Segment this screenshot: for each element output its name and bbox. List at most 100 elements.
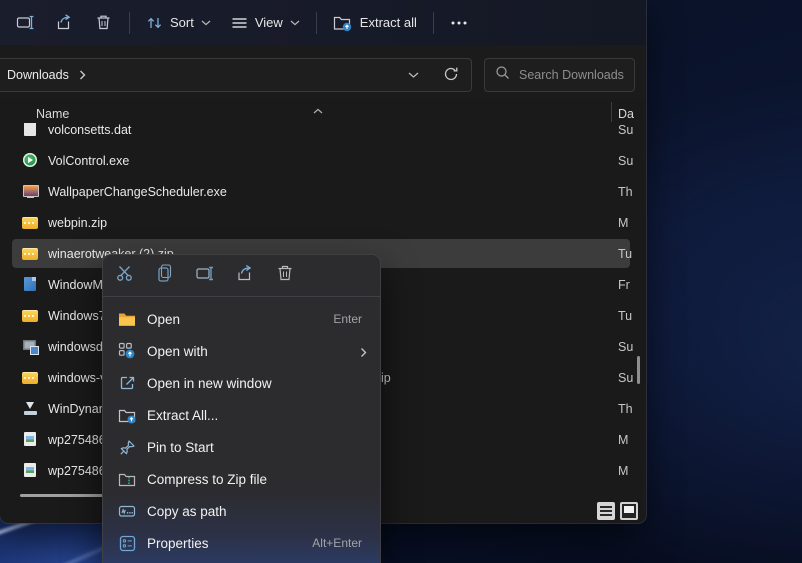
sort-button[interactable]: Sort bbox=[136, 7, 221, 39]
file-date: Su bbox=[618, 123, 634, 137]
file-icon bbox=[22, 338, 39, 355]
file-icon bbox=[22, 214, 39, 231]
sort-icon bbox=[146, 15, 163, 31]
toolbar-separator bbox=[129, 11, 130, 34]
menu-item-label: Open with bbox=[147, 343, 208, 359]
rename-button[interactable] bbox=[185, 259, 225, 293]
chevron-down-icon bbox=[201, 20, 211, 26]
submenu-chevron-icon bbox=[360, 346, 367, 361]
delete-button[interactable] bbox=[265, 259, 305, 293]
address-dropdown-chevron-icon[interactable] bbox=[408, 68, 419, 82]
view-button[interactable]: View bbox=[221, 7, 310, 39]
extract-icon bbox=[115, 407, 139, 424]
breadcrumb-chevron-icon[interactable] bbox=[79, 70, 86, 80]
context-menu: Open Enter Open with Open in new window … bbox=[103, 255, 380, 563]
file-icon bbox=[22, 369, 39, 386]
menu-item-pin-to-start[interactable]: Pin to Start bbox=[103, 431, 380, 463]
view-label: View bbox=[254, 15, 283, 30]
menu-item-label: Extract All... bbox=[147, 407, 219, 423]
file-icon bbox=[22, 400, 39, 417]
file-date: M bbox=[618, 215, 629, 230]
search-icon bbox=[495, 65, 510, 85]
thumbnails-view-button[interactable] bbox=[620, 502, 638, 520]
properties-icon bbox=[115, 535, 139, 552]
menu-item-open-with[interactable]: Open with bbox=[103, 335, 380, 367]
copy-path-icon bbox=[115, 503, 139, 519]
rename-icon bbox=[195, 263, 215, 288]
name-column-header[interactable]: Name bbox=[36, 107, 69, 121]
menu-item-label: Copy as path bbox=[147, 503, 227, 519]
delete-button[interactable] bbox=[84, 7, 123, 39]
open-with-icon bbox=[115, 342, 139, 360]
menu-item-copy-as-path[interactable]: Copy as path bbox=[103, 495, 380, 527]
toolbar-separator bbox=[432, 11, 434, 34]
search-input[interactable] bbox=[519, 68, 629, 82]
folder-icon bbox=[115, 312, 139, 327]
copy-button[interactable] bbox=[145, 259, 185, 293]
file-name: webpin.zip bbox=[48, 215, 108, 230]
date-column-header[interactable]: Da bbox=[618, 107, 634, 121]
cut-button[interactable] bbox=[105, 259, 145, 293]
menu-item-label: Open in new window bbox=[147, 375, 272, 391]
file-date: Su bbox=[618, 370, 634, 385]
zip-folder-icon bbox=[115, 472, 139, 487]
file-date: Th bbox=[618, 401, 633, 416]
file-date: M bbox=[618, 463, 629, 478]
menu-item-properties[interactable]: Properties Alt+Enter bbox=[103, 527, 380, 559]
file-date: Fr bbox=[618, 277, 630, 292]
breadcrumb[interactable]: Downloads bbox=[7, 68, 69, 82]
rename-button[interactable] bbox=[6, 7, 45, 39]
sort-label: Sort bbox=[170, 15, 194, 30]
extract-all-icon bbox=[333, 14, 353, 32]
file-row[interactable]: volconsetts.dat Su bbox=[0, 123, 646, 145]
file-icon bbox=[22, 152, 39, 169]
quick-actions-row bbox=[103, 255, 380, 297]
menu-item-label: Compress to Zip file bbox=[147, 471, 268, 487]
file-row[interactable]: VolControl.exe Su bbox=[0, 145, 646, 176]
file-name: volconsetts.dat bbox=[48, 123, 132, 137]
cut-icon bbox=[115, 263, 135, 288]
menu-item-label: Open bbox=[147, 311, 181, 327]
file-date: M bbox=[618, 432, 629, 447]
share-icon bbox=[235, 263, 255, 288]
share-button[interactable] bbox=[45, 7, 84, 39]
more-options-button[interactable] bbox=[440, 7, 478, 39]
file-icon bbox=[22, 307, 39, 324]
delete-icon bbox=[275, 263, 295, 288]
share-button[interactable] bbox=[225, 259, 265, 293]
menu-item-extract-all[interactable]: Extract All... bbox=[103, 399, 380, 431]
menu-item-shortcut: Enter bbox=[333, 312, 362, 326]
refresh-icon[interactable] bbox=[443, 66, 459, 85]
horizontal-scrollbar-thumb[interactable] bbox=[20, 494, 103, 497]
file-date: Tu bbox=[618, 246, 633, 261]
menu-item-open-in-new-window[interactable]: Open in new window bbox=[103, 367, 380, 399]
extract-all-label: Extract all bbox=[359, 15, 417, 30]
pin-icon bbox=[115, 439, 139, 456]
file-name: windows-vi bbox=[48, 370, 110, 385]
menu-item-open[interactable]: Open Enter bbox=[103, 303, 380, 335]
file-row[interactable]: webpin.zip M bbox=[0, 207, 646, 238]
view-icon bbox=[231, 16, 248, 30]
file-icon bbox=[22, 462, 39, 479]
file-icon bbox=[22, 123, 39, 138]
details-view-button[interactable] bbox=[597, 502, 615, 520]
command-toolbar: Sort View Extract all bbox=[0, 0, 646, 45]
rename-icon bbox=[16, 13, 35, 32]
file-date: Tu bbox=[618, 308, 633, 323]
share-icon bbox=[55, 13, 74, 32]
new-window-icon bbox=[115, 375, 139, 392]
vertical-scrollbar-thumb[interactable] bbox=[637, 356, 640, 384]
column-header-row: Name Da bbox=[0, 98, 646, 124]
toolbar-separator bbox=[315, 11, 317, 34]
address-bar[interactable]: Downloads bbox=[0, 58, 472, 92]
column-separator[interactable] bbox=[611, 102, 612, 122]
menu-item-label: Properties bbox=[147, 535, 209, 551]
menu-item-compress-to-zip[interactable]: Compress to Zip file bbox=[103, 463, 380, 495]
file-row[interactable]: WallpaperChangeScheduler.exe Th bbox=[0, 176, 646, 207]
search-box[interactable] bbox=[484, 58, 635, 92]
file-name-tail: ip bbox=[381, 370, 391, 385]
extract-all-button[interactable]: Extract all bbox=[323, 7, 427, 39]
file-name: windowsde bbox=[48, 339, 110, 354]
file-name: WallpaperChangeScheduler.exe bbox=[48, 184, 227, 199]
file-icon bbox=[22, 183, 39, 200]
